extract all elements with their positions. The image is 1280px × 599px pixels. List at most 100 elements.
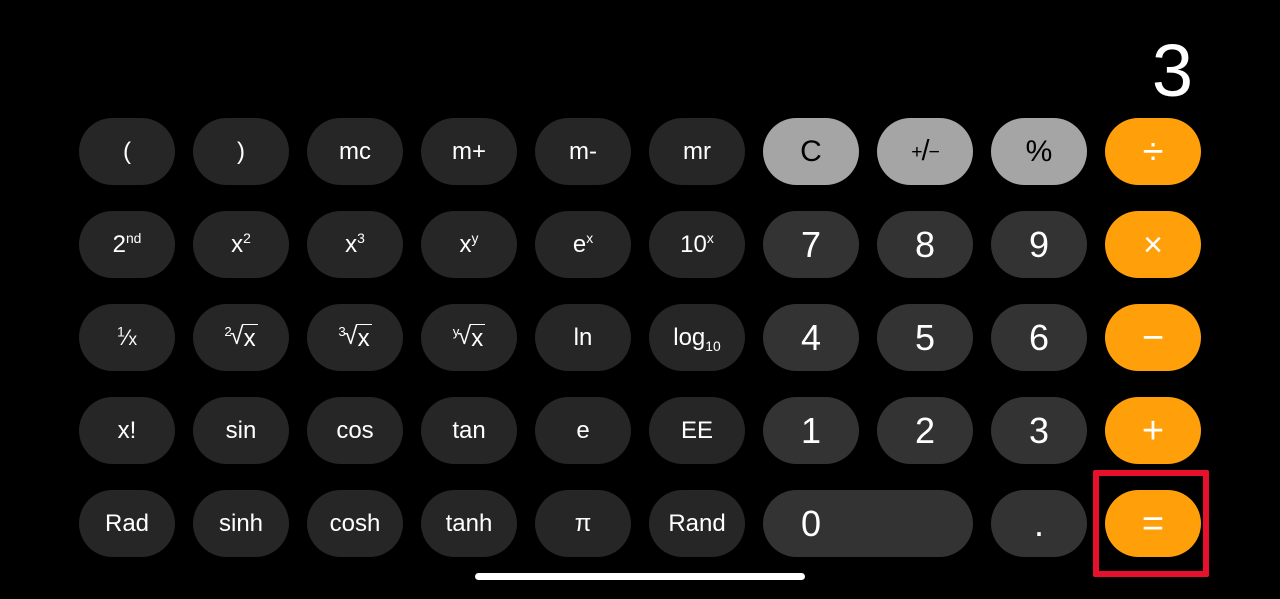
key-label: cosh (329, 509, 381, 537)
key-mc[interactable]: mc (307, 118, 403, 185)
key-9[interactable]: 9 (991, 211, 1087, 278)
key-label: m- (569, 137, 597, 165)
key-label: mr (683, 137, 711, 165)
key-m-minus[interactable]: m- (535, 118, 631, 185)
calculator-app: 3 ( ) mc m+ m- mr C + / − % ÷ 2nd x2 x3 … (0, 0, 1280, 599)
key-label: 0 (801, 502, 822, 544)
key-sign-toggle[interactable]: + / − (877, 118, 973, 185)
key-label: x3 (345, 229, 365, 258)
keypad-row-4: x! sin cos tan e EE 1 2 3 + (79, 397, 1201, 464)
key-label: π (574, 509, 592, 537)
keypad-row-5: Rad sinh cosh tanh π Rand 0 . = (79, 490, 1201, 557)
key-y-root-x[interactable]: y √ x (421, 304, 517, 371)
key-label: x2 (231, 229, 251, 258)
key-equals[interactable]: = (1105, 490, 1201, 557)
key-x-power-y[interactable]: xy (421, 211, 517, 278)
key-label: mc (339, 137, 371, 165)
home-indicator[interactable] (475, 573, 805, 580)
key-multiply[interactable]: × (1105, 211, 1201, 278)
key-euler[interactable]: e (535, 397, 631, 464)
key-6[interactable]: 6 (991, 304, 1087, 371)
key-label: C (800, 134, 822, 168)
key-label: xy (459, 229, 479, 258)
key-ee[interactable]: EE (649, 397, 745, 464)
key-mr[interactable]: mr (649, 118, 745, 185)
key-label: 3 (1028, 409, 1050, 451)
key-sinh[interactable]: sinh (193, 490, 289, 557)
key-4[interactable]: 4 (763, 304, 859, 371)
key-label: 8 (914, 223, 936, 265)
key-clear[interactable]: C (763, 118, 859, 185)
key-label: ex (572, 229, 594, 258)
key-2[interactable]: 2 (877, 397, 973, 464)
key-cos[interactable]: cos (307, 397, 403, 464)
key-7[interactable]: 7 (763, 211, 859, 278)
key-label: e (576, 416, 590, 444)
divide-icon: ÷ (1142, 130, 1164, 173)
key-reciprocal[interactable]: 1⁄x (79, 304, 175, 371)
key-ten-power-x[interactable]: 10x (649, 211, 745, 278)
key-close-paren[interactable]: ) (193, 118, 289, 185)
key-pi[interactable]: π (535, 490, 631, 557)
key-label: 1 (800, 409, 822, 451)
key-3[interactable]: 3 (991, 397, 1087, 464)
key-label: 6 (1028, 316, 1050, 358)
equals-icon: = (1141, 502, 1165, 545)
key-label: log10 (673, 323, 721, 354)
plus-minus-icon: + / − (911, 135, 940, 168)
key-tan[interactable]: tan (421, 397, 517, 464)
keypad-row-2: 2nd x2 x3 xy ex 10x 7 8 9 × (79, 211, 1201, 278)
key-label: ln (573, 323, 593, 351)
key-label: m+ (451, 137, 486, 165)
key-ln[interactable]: ln (535, 304, 631, 371)
keypad-row-3: 1⁄x 2 √ x 3 √ x y √ x ln log10 4 5 6 − (79, 304, 1201, 371)
key-tanh[interactable]: tanh (421, 490, 517, 557)
key-cube-root[interactable]: 3 √ x (307, 304, 403, 371)
calculator-keypad: ( ) mc m+ m- mr C + / − % ÷ 2nd x2 x3 xy… (79, 118, 1201, 558)
key-rand[interactable]: Rand (649, 490, 745, 557)
key-divide[interactable]: ÷ (1105, 118, 1201, 185)
minus-icon: − (1141, 316, 1165, 359)
key-label: 5 (914, 316, 936, 358)
key-second[interactable]: 2nd (79, 211, 175, 278)
key-add[interactable]: + (1105, 397, 1201, 464)
key-label: 10x (680, 229, 714, 258)
key-label: ( (123, 137, 131, 165)
key-cosh[interactable]: cosh (307, 490, 403, 557)
key-label: cos (336, 416, 374, 444)
key-label: x! (117, 416, 137, 444)
key-label: sin (225, 416, 257, 444)
key-8[interactable]: 8 (877, 211, 973, 278)
key-label: 2 √ x (224, 321, 258, 352)
key-log-base-10[interactable]: log10 (649, 304, 745, 371)
key-label: 9 (1028, 223, 1050, 265)
key-label: 4 (800, 316, 822, 358)
multiply-icon: × (1143, 225, 1163, 264)
key-decimal[interactable]: . (991, 490, 1087, 557)
key-label: 2 (914, 409, 936, 451)
key-e-power-x[interactable]: ex (535, 211, 631, 278)
key-label: ) (237, 137, 245, 165)
key-label: tan (452, 416, 486, 444)
key-factorial[interactable]: x! (79, 397, 175, 464)
keypad-row-1: ( ) mc m+ m- mr C + / − % ÷ (79, 118, 1201, 185)
plus-icon: + (1141, 409, 1165, 452)
key-square-root[interactable]: 2 √ x (193, 304, 289, 371)
key-open-paren[interactable]: ( (79, 118, 175, 185)
key-subtract[interactable]: − (1105, 304, 1201, 371)
key-m-plus[interactable]: m+ (421, 118, 517, 185)
key-label: sinh (218, 509, 264, 537)
key-percent[interactable]: % (991, 118, 1087, 185)
key-label: EE (680, 416, 713, 444)
key-label: . (1033, 502, 1044, 544)
key-sin[interactable]: sin (193, 397, 289, 464)
key-x-squared[interactable]: x2 (193, 211, 289, 278)
calculator-display: 3 (0, 0, 1280, 112)
key-0[interactable]: 0 (763, 490, 973, 557)
key-1[interactable]: 1 (763, 397, 859, 464)
key-label: 2nd (112, 229, 142, 258)
key-x-cubed[interactable]: x3 (307, 211, 403, 278)
key-rad[interactable]: Rad (79, 490, 175, 557)
key-label: tanh (445, 509, 493, 537)
key-5[interactable]: 5 (877, 304, 973, 371)
